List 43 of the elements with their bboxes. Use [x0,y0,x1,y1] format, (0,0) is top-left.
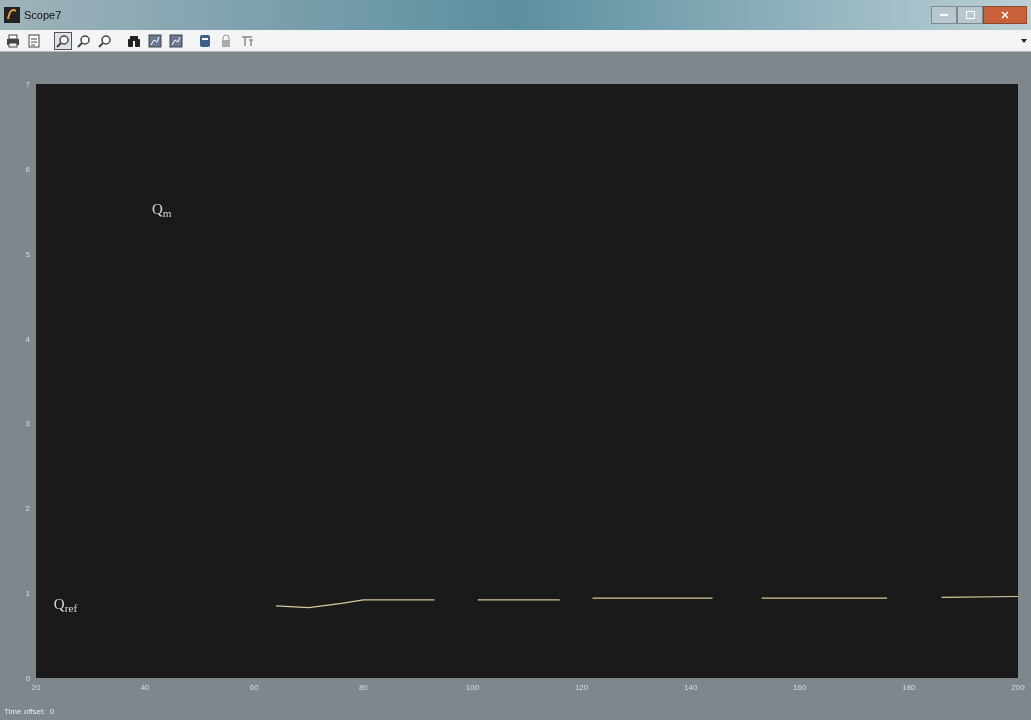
x-tick-label: 40 [140,683,150,692]
magnifier-icon [77,33,91,48]
app-icon [4,7,20,23]
y-tick-label: 1 [25,589,30,599]
x-tick-label: 100 [465,683,480,692]
curve-label: Q$_{m}$ [152,201,172,218]
close-button[interactable] [983,6,1027,24]
y-tick-label: 4 [25,334,30,344]
close-icon [1001,11,1009,19]
y-tick-label: 5 [25,249,30,259]
y-tick-label: 2 [25,504,30,514]
x-tick-label: 120 [574,683,589,692]
x-tick-label: 160 [793,683,807,692]
y-tick-label: 0 [25,674,30,683]
axes-icon [148,33,162,48]
window-title: Scope7 [24,7,62,23]
float-icon [240,33,254,48]
status-text: Time offset: 0 [4,706,55,718]
x-tick-label: 140 [684,683,698,692]
lock-icon [219,33,233,48]
maximize-icon [965,11,975,19]
document-icon [27,33,41,48]
axes-icon [169,33,183,48]
x-tick-label: 80 [358,683,368,692]
parameters-icon [198,33,212,48]
minimize-icon [940,13,948,17]
dropdown-arrow-icon [1021,38,1027,43]
x-tick-label: 200 [1011,683,1025,692]
maximize-button[interactable] [957,6,983,24]
minimize-button[interactable] [931,6,957,24]
toolbar-button[interactable] [54,31,72,50]
curve-label: Q$_{ref}$ [53,595,78,612]
x-tick-label: 60 [249,683,259,692]
x-tick-label: 20 [31,683,41,692]
printer-icon [6,33,20,48]
y-tick-label: 7 [25,80,30,89]
binoculars-icon [127,33,141,48]
magnifier-icon [56,33,70,48]
y-tick-label: 3 [25,419,30,429]
toolbar-button[interactable] [4,31,22,50]
magnifier-icon [98,33,112,48]
y-tick-label: 6 [25,164,30,174]
x-tick-label: 180 [902,683,916,692]
